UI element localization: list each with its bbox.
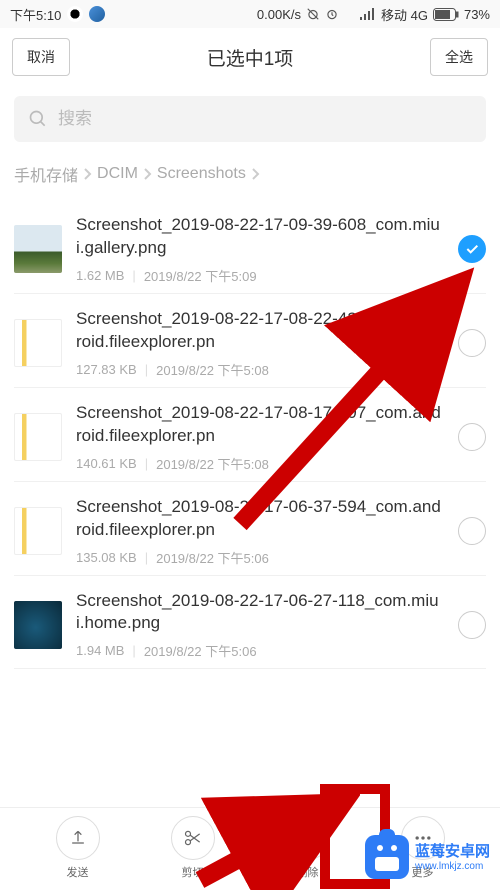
search-icon: [28, 109, 48, 129]
share-icon: [68, 828, 88, 848]
status-bar: 下午5:10 0.00K/s 移动 4G 73%: [0, 0, 500, 28]
watermark-title: 蓝莓安卓网: [415, 843, 490, 861]
watermark-url: www.lmkjz.com: [415, 861, 490, 872]
search-input[interactable]: [58, 109, 472, 129]
send-button[interactable]: 发送: [56, 816, 100, 880]
file-name: Screenshot_2019-08-22-17-09-39-608_com.m…: [76, 214, 444, 260]
file-date: 2019/8/22 下午5:06: [144, 641, 257, 660]
file-size: 135.08 KB: [76, 550, 137, 565]
alarm-off-icon: [306, 7, 320, 21]
chevron-right-icon: [83, 167, 92, 181]
header: 取消 已选中1项 全选: [0, 28, 500, 86]
thumbnail: [14, 225, 62, 273]
select-all-button[interactable]: 全选: [430, 38, 488, 76]
file-meta: 1.94 MB | 2019/8/22 下午5:06: [76, 641, 444, 660]
breadcrumb[interactable]: 手机存储 DCIM Screenshots: [0, 156, 500, 200]
thumbnail: [14, 319, 62, 367]
file-size: 1.94 MB: [76, 643, 124, 658]
annotation-arrow: [210, 264, 480, 534]
file-item[interactable]: Screenshot_2019-08-22-17-06-27-118_com.m…: [14, 576, 486, 670]
thumbnail: [14, 507, 62, 555]
alarm-icon: [325, 7, 339, 21]
qq-icon: [67, 6, 83, 22]
file-size: 127.83 KB: [76, 362, 137, 377]
thumbnail: [14, 601, 62, 649]
crumb-2[interactable]: Screenshots: [157, 165, 246, 183]
signal-icon: [360, 8, 376, 20]
file-meta: 135.08 KB | 2019/8/22 下午5:06: [76, 548, 444, 567]
chevron-right-icon: [143, 167, 152, 181]
cancel-button[interactable]: 取消: [12, 38, 70, 76]
search-wrap: [0, 86, 500, 156]
chevron-right-icon: [251, 167, 260, 181]
page-title: 已选中1项: [207, 44, 294, 71]
clock: 下午5:10: [10, 5, 61, 24]
no-data-icon: [344, 7, 355, 21]
file-size: 140.61 KB: [76, 456, 137, 471]
file-date: 2019/8/22 下午5:06: [156, 548, 269, 567]
net-speed: 0.00K/s: [257, 7, 301, 22]
globe-icon: [89, 6, 105, 22]
watermark: 蓝莓安卓网 www.lmkjz.com: [365, 835, 490, 879]
file-info: Screenshot_2019-08-22-17-06-27-118_com.m…: [76, 590, 444, 661]
battery-pct: 73%: [464, 7, 490, 22]
watermark-icon: [365, 835, 409, 879]
annotation-arrow: [190, 760, 360, 890]
thumbnail: [14, 413, 62, 461]
carrier: 移动 4G: [381, 5, 428, 24]
crumb-1[interactable]: DCIM: [97, 165, 138, 183]
file-name: Screenshot_2019-08-22-17-06-27-118_com.m…: [76, 590, 444, 636]
file-size: 1.62 MB: [76, 268, 124, 283]
battery-icon: [433, 8, 459, 21]
search-box[interactable]: [14, 96, 486, 142]
crumb-0[interactable]: 手机存储: [14, 162, 78, 186]
checkbox[interactable]: [458, 235, 486, 263]
checkbox[interactable]: [458, 611, 486, 639]
